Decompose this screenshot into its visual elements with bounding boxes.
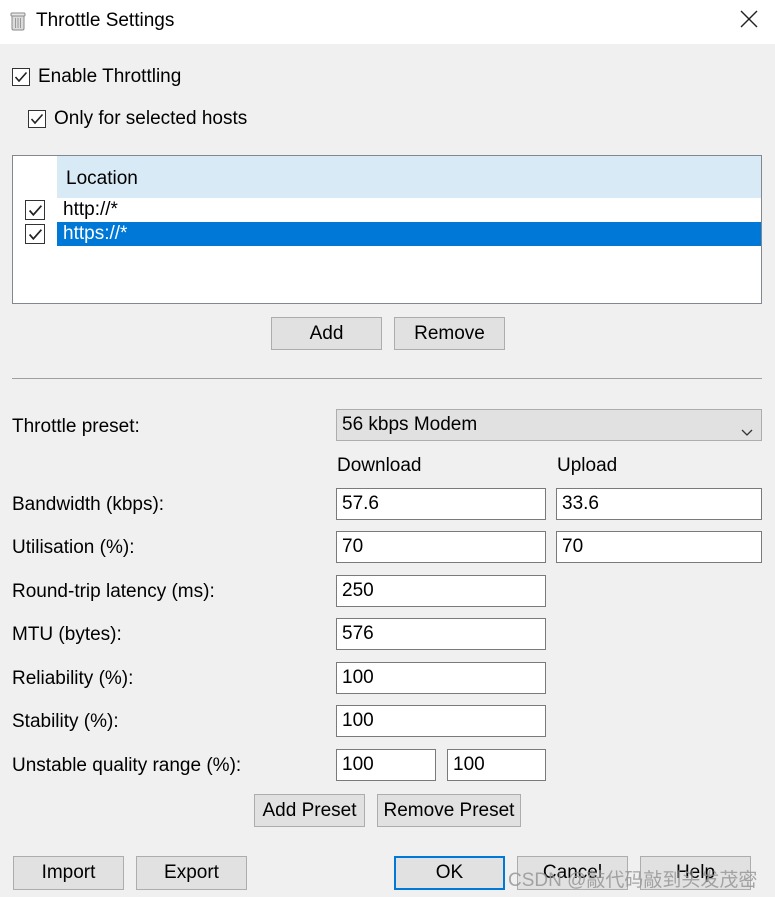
stability-input[interactable]: 100 bbox=[336, 705, 546, 737]
close-icon bbox=[740, 10, 758, 34]
reliability-input[interactable]: 100 bbox=[336, 662, 546, 694]
only-selected-hosts-label: Only for selected hosts bbox=[54, 108, 248, 129]
throttle-preset-value: 56 kbps Modem bbox=[342, 414, 478, 435]
enable-throttling-label: Enable Throttling bbox=[38, 66, 182, 87]
host-location: http://* bbox=[63, 199, 118, 220]
enable-throttling-option[interactable]: Enable Throttling bbox=[12, 66, 181, 88]
ok-button[interactable]: OK bbox=[394, 856, 505, 890]
latency-input[interactable]: 250 bbox=[336, 575, 546, 607]
title-bar: Throttle Settings bbox=[0, 0, 775, 44]
enable-throttling-checkbox[interactable] bbox=[12, 68, 30, 86]
mtu-input[interactable]: 576 bbox=[336, 618, 546, 650]
bandwidth-upload-input[interactable]: 33.6 bbox=[556, 488, 762, 520]
chevron-down-icon bbox=[741, 421, 753, 443]
checkmark-icon bbox=[30, 113, 44, 125]
section-divider bbox=[12, 378, 762, 379]
unstable-range-min-input[interactable]: 100 bbox=[336, 749, 436, 781]
cancel-button[interactable]: Cancel bbox=[517, 856, 628, 890]
trash-can-icon bbox=[10, 11, 26, 31]
export-button[interactable]: Export bbox=[136, 856, 247, 890]
import-button[interactable]: Import bbox=[13, 856, 124, 890]
unstable-range-max-input[interactable]: 100 bbox=[447, 749, 546, 781]
upload-column-header: Upload bbox=[557, 455, 618, 476]
checkmark-icon bbox=[28, 204, 42, 216]
utilisation-download-input[interactable]: 70 bbox=[336, 531, 546, 563]
bandwidth-label: Bandwidth (kbps): bbox=[12, 494, 165, 515]
utilisation-label: Utilisation (%): bbox=[12, 537, 135, 558]
reliability-label: Reliability (%): bbox=[12, 668, 134, 689]
checkmark-icon bbox=[28, 228, 42, 240]
only-selected-hosts-checkbox[interactable] bbox=[28, 110, 46, 128]
list-item[interactable]: https://* bbox=[13, 222, 761, 246]
list-header-gutter bbox=[13, 156, 57, 198]
throttle-settings-dialog: Throttle Settings Enable Throttling Only… bbox=[0, 0, 775, 897]
list-item[interactable]: http://* bbox=[13, 198, 761, 222]
mtu-label: MTU (bytes): bbox=[12, 624, 122, 645]
host-row-checkbox[interactable] bbox=[25, 200, 45, 220]
remove-host-button[interactable]: Remove bbox=[394, 317, 505, 350]
close-button[interactable] bbox=[733, 6, 765, 38]
location-column-header[interactable]: Location bbox=[57, 156, 761, 198]
location-header-label: Location bbox=[66, 168, 138, 189]
add-host-button[interactable]: Add bbox=[271, 317, 382, 350]
window-title: Throttle Settings bbox=[36, 10, 175, 31]
stability-label: Stability (%): bbox=[12, 711, 119, 732]
latency-label: Round-trip latency (ms): bbox=[12, 581, 215, 602]
hosts-list[interactable]: Location http://* https://* bbox=[12, 155, 762, 304]
utilisation-upload-input[interactable]: 70 bbox=[556, 531, 762, 563]
throttle-preset-select[interactable]: 56 kbps Modem bbox=[336, 409, 762, 441]
unstable-range-label: Unstable quality range (%): bbox=[12, 755, 242, 776]
remove-preset-button[interactable]: Remove Preset bbox=[377, 794, 521, 827]
host-location: https://* bbox=[57, 222, 761, 246]
add-preset-button[interactable]: Add Preset bbox=[254, 794, 365, 827]
help-button[interactable]: Help bbox=[640, 856, 751, 890]
bandwidth-download-input[interactable]: 57.6 bbox=[336, 488, 546, 520]
only-selected-hosts-option[interactable]: Only for selected hosts bbox=[28, 108, 247, 130]
throttle-preset-label: Throttle preset: bbox=[12, 416, 140, 437]
download-column-header: Download bbox=[337, 455, 422, 476]
checkmark-icon bbox=[14, 71, 28, 83]
host-row-checkbox[interactable] bbox=[25, 224, 45, 244]
